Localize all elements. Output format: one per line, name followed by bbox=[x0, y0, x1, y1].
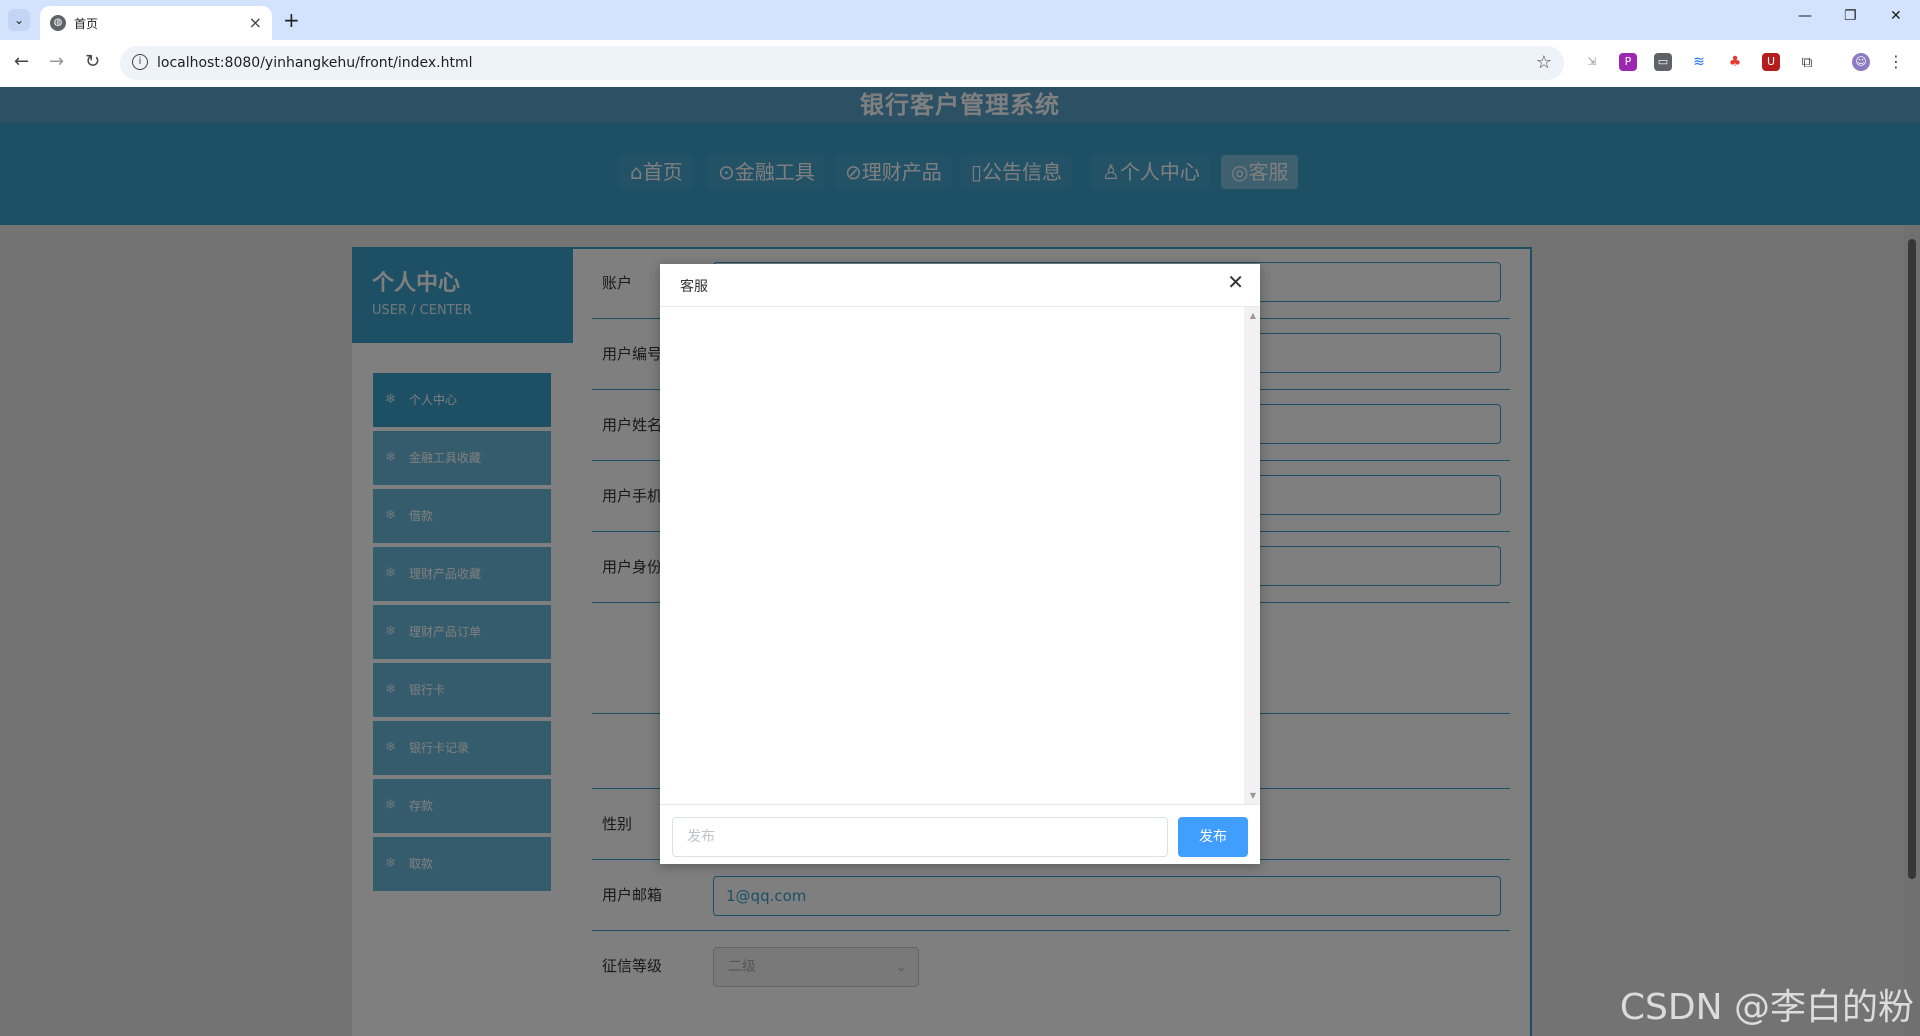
forward-icon[interactable]: → bbox=[49, 51, 64, 72]
browser-menu-icon[interactable]: ⋮ bbox=[1887, 53, 1905, 71]
chat-message-input[interactable]: 发布 bbox=[672, 817, 1168, 857]
extension-cursor-icon[interactable]: ⇲ bbox=[1583, 53, 1601, 71]
bookmark-star-icon[interactable]: ☆ bbox=[1536, 52, 1552, 73]
extension-tree-icon[interactable]: ♣ bbox=[1726, 53, 1744, 71]
new-tab-button[interactable]: + bbox=[283, 8, 300, 32]
dialog-footer-divider bbox=[660, 804, 1260, 805]
browser-toolbar: ← → ↻ i localhost:8080/yinhangkehu/front… bbox=[0, 40, 1920, 87]
window-close-icon[interactable]: ✕ bbox=[1890, 8, 1902, 24]
back-icon[interactable]: ← bbox=[14, 51, 29, 72]
scroll-up-icon[interactable]: ▲ bbox=[1250, 311, 1256, 320]
tab-search-button[interactable]: ⌄ bbox=[8, 9, 30, 31]
tab-title: 首页 bbox=[74, 17, 99, 31]
web-page: 银行客户管理系统 ⌂首页 ⊙金融工具 ⊘理财产品 ▯公告信息 ♙个人中心 ◎客服… bbox=[0, 87, 1920, 1036]
reload-icon[interactable]: ↻ bbox=[85, 51, 100, 72]
chat-messages-area: ▲ ▼ bbox=[660, 307, 1260, 804]
extension-gamepad-icon[interactable]: ▭ bbox=[1654, 53, 1672, 71]
scroll-down-icon[interactable]: ▼ bbox=[1250, 791, 1256, 800]
extension-shield-icon[interactable]: U bbox=[1762, 53, 1780, 71]
dialog-title: 客服 bbox=[680, 279, 708, 295]
address-bar[interactable]: i localhost:8080/yinhangkehu/front/index… bbox=[120, 46, 1564, 80]
close-tab-icon[interactable]: × bbox=[249, 13, 262, 32]
send-button[interactable]: 发布 bbox=[1178, 817, 1248, 857]
restore-icon[interactable]: ❐ bbox=[1844, 8, 1857, 24]
url-text: localhost:8080/yinhangkehu/front/index.h… bbox=[157, 55, 473, 71]
browser-tab[interactable]: ◍ 首页 × bbox=[40, 6, 272, 40]
extensions-puzzle-icon[interactable]: ⧉ bbox=[1798, 53, 1816, 71]
chat-scrollbar[interactable]: ▲ ▼ bbox=[1244, 307, 1260, 804]
browser-tab-bar: ⌄ ◍ 首页 × + — ❐ ✕ bbox=[0, 0, 1920, 40]
minimize-icon[interactable]: — bbox=[1798, 8, 1812, 24]
extension-layers-icon[interactable]: ≋ bbox=[1690, 53, 1708, 71]
extension-purple-icon[interactable]: P bbox=[1619, 53, 1637, 71]
site-info-icon[interactable]: i bbox=[132, 54, 148, 70]
customer-service-dialog: 客服 ✕ ▲ ▼ 发布 发布 bbox=[660, 264, 1260, 864]
globe-icon: ◍ bbox=[50, 15, 66, 31]
profile-avatar[interactable]: ☺ bbox=[1852, 53, 1870, 71]
watermark-text: CSDN @李白的粉 bbox=[1619, 987, 1914, 1028]
close-icon[interactable]: ✕ bbox=[1227, 272, 1244, 292]
